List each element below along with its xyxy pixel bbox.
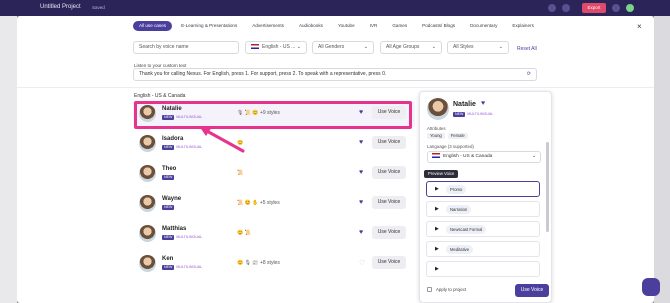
voice-detail-panel: Natalie ♥ NEW MULTILINGUAL Attributes You…: [419, 91, 552, 303]
apply-label: Apply to project: [436, 287, 467, 292]
style-item-narration[interactable]: ▶ Narration: [426, 201, 540, 217]
new-badge: NEW: [453, 112, 466, 117]
app-top-bar: Untitled Project Saved Export: [0, 0, 670, 16]
voice-picker-modal: All use cases E-Learning & Presentations…: [17, 16, 654, 303]
us-flag-icon: [432, 153, 440, 159]
play-icon[interactable]: ▶: [435, 206, 439, 212]
style-pill: Meditative: [446, 245, 474, 254]
avatar[interactable]: [626, 4, 634, 12]
play-icon[interactable]: ▶: [435, 266, 439, 272]
checkbox-icon[interactable]: [427, 287, 432, 293]
panel-voice-name: Natalie: [453, 101, 476, 108]
chat-bubble-icon[interactable]: [642, 278, 660, 296]
style-pill: Promo: [446, 185, 467, 194]
settings-icon[interactable]: [562, 4, 570, 12]
style-item-meditative[interactable]: ▶ Meditative: [426, 241, 540, 257]
chevron-down-icon: ⌄: [531, 154, 536, 159]
annotation-arrow: [199, 126, 245, 153]
play-icon[interactable]: ▶: [435, 186, 439, 192]
style-pill: Narration: [446, 205, 472, 214]
play-icon[interactable]: ▶: [435, 246, 439, 252]
share-icon[interactable]: [548, 4, 556, 12]
attribute-chip: Female: [447, 133, 468, 139]
apply-to-project-checkbox[interactable]: Apply to project: [427, 287, 467, 293]
heart-icon[interactable]: ♥: [481, 100, 485, 107]
attribute-chip: Young: [427, 133, 445, 139]
saved-status: Saved: [92, 5, 105, 10]
style-item-promo[interactable]: ▶ Promo: [426, 181, 540, 197]
style-pill: Newscast Formal: [446, 225, 487, 234]
multilingual-badge: MULTILINGUAL: [467, 112, 494, 116]
left-rail: [0, 16, 17, 303]
right-rail: [654, 16, 670, 303]
use-voice-button[interactable]: Use Voice: [515, 284, 549, 297]
export-button[interactable]: Export: [582, 3, 606, 13]
notification-icon[interactable]: [612, 4, 620, 12]
panel-language-select[interactable]: English - US & Canada ⌄: [427, 151, 541, 163]
scrollbar[interactable]: [546, 142, 549, 232]
attributes-label: Attributes: [427, 126, 446, 131]
preview-voice-tooltip: Preview Voice: [424, 170, 459, 178]
voice-avatar: [427, 98, 449, 120]
project-title[interactable]: Untitled Project: [40, 4, 81, 10]
style-item-more[interactable]: ▶: [426, 261, 540, 277]
panel-language-value: English - US & Canada: [443, 154, 493, 159]
style-item-newscast[interactable]: ▶ Newscast Formal: [426, 221, 540, 237]
play-icon[interactable]: ▶: [435, 226, 439, 232]
language-label: Language (3 supported): [427, 144, 474, 149]
